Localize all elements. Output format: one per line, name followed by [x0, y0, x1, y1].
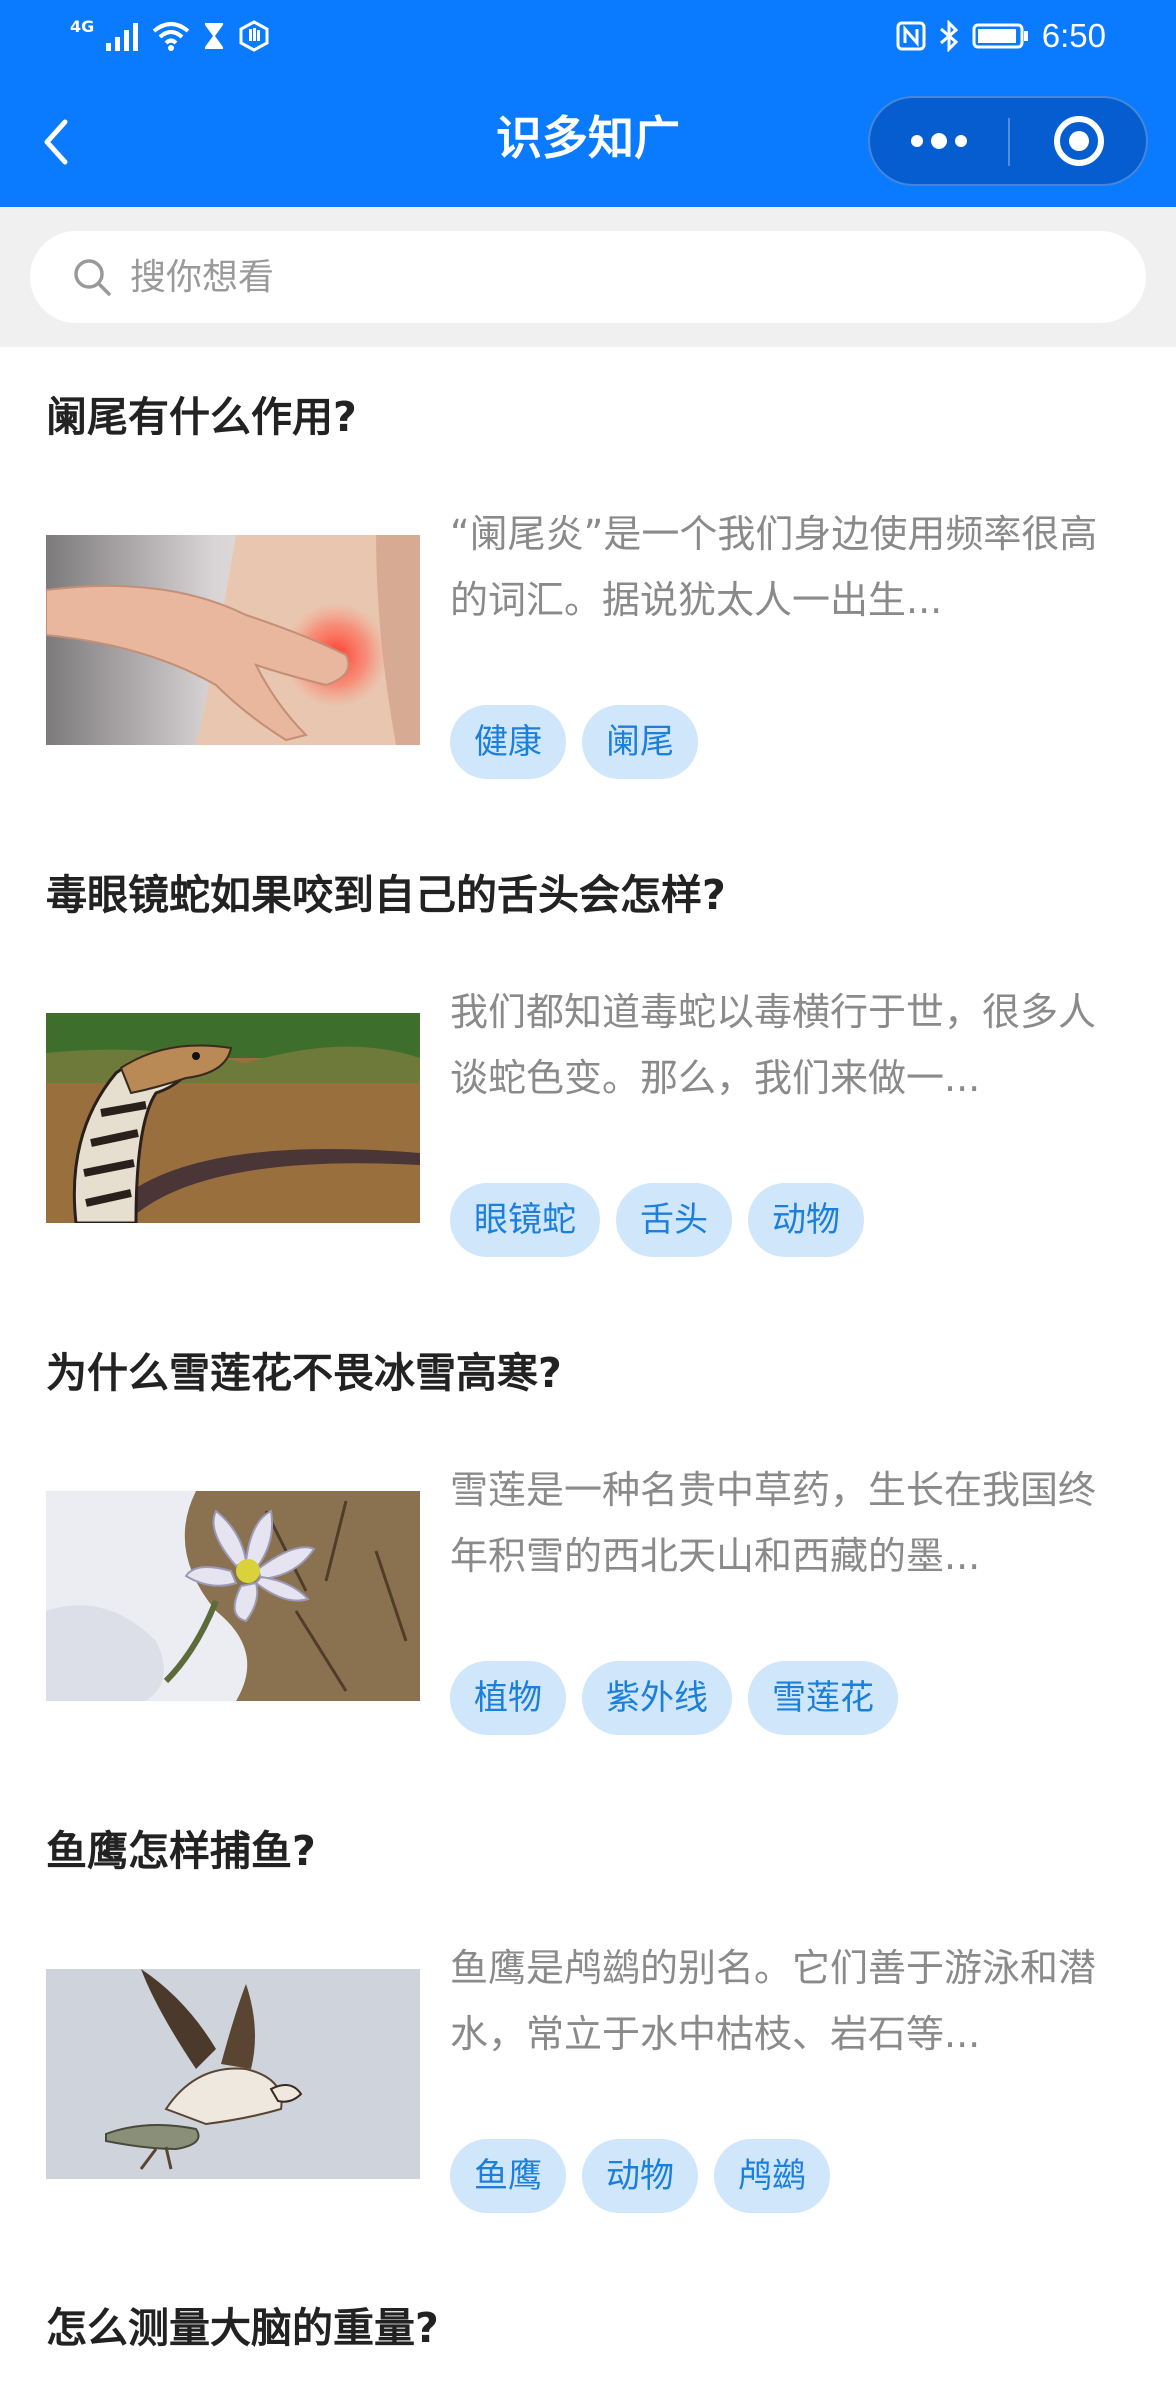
- hourglass-icon: [205, 23, 224, 49]
- more-button[interactable]: [870, 98, 1008, 184]
- hand-icon: [239, 20, 269, 52]
- more-dots-icon: [911, 133, 967, 149]
- tag-list: 鱼鹰 动物 鸬鹚: [450, 2139, 830, 2213]
- tag[interactable]: 健康: [450, 705, 566, 779]
- tag[interactable]: 眼镜蛇: [450, 1183, 600, 1257]
- article-thumbnail[interactable]: [46, 1969, 420, 2179]
- clock: 6:50: [1041, 17, 1106, 54]
- article-thumbnail[interactable]: [46, 535, 420, 745]
- signal-icon: [106, 23, 139, 51]
- status-right: 6:50: [896, 16, 1106, 56]
- article-thumbnail[interactable]: [46, 1013, 420, 1223]
- status-left: 4G: [70, 16, 270, 56]
- search-icon: [74, 259, 111, 296]
- nfc-icon: [896, 21, 926, 51]
- article-title[interactable]: 阑尾有什么作用?: [46, 389, 357, 445]
- tag[interactable]: 舌头: [616, 1183, 732, 1257]
- tag-list: 植物 紫外线 雪莲花: [450, 1661, 898, 1735]
- tag[interactable]: 植物: [450, 1661, 566, 1735]
- tag[interactable]: 动物: [582, 2139, 698, 2213]
- battery-icon: [972, 23, 1028, 49]
- article-title[interactable]: 鱼鹰怎样捕鱼?: [46, 1823, 316, 1879]
- tag[interactable]: 鱼鹰: [450, 2139, 566, 2213]
- search-box[interactable]: [30, 231, 1146, 323]
- bluetooth-icon: [939, 20, 958, 52]
- article-summary: 鱼鹰是鸬鹚的别名。它们善于游泳和潜水，常立于水中枯枝、岩石等...: [450, 1946, 1097, 2056]
- search-input[interactable]: [128, 255, 1032, 299]
- article-title[interactable]: 毒眼镜蛇如果咬到自己的舌头会怎样?: [46, 867, 726, 923]
- cobra-photo: [46, 1013, 420, 1223]
- article-summary: 我们都知道毒蛇以毒横行于世，很多人谈蛇色变。那么，我们来做一...: [450, 990, 1097, 1100]
- miniprogram-capsule: [868, 96, 1148, 186]
- article-summary: “阑尾炎”是一个我们身边使用频率很高的词汇。据说犹太人一出生...: [450, 512, 1098, 622]
- close-miniprogram-button[interactable]: [1010, 98, 1148, 184]
- wifi-icon: [152, 22, 190, 51]
- target-circle-icon: [1054, 116, 1104, 166]
- tag[interactable]: 雪莲花: [748, 1661, 898, 1735]
- tag[interactable]: 动物: [748, 1183, 864, 1257]
- tag-list: 眼镜蛇 舌头 动物: [450, 1183, 864, 1257]
- top-bar: 4G 6:50 识多知广: [0, 0, 1176, 207]
- article-item[interactable]: 为什么雪莲花不畏冰雪高寒? 雪莲是一种名贵中草药，生长在我国终年积雪的西北天山和…: [0, 1303, 1176, 1781]
- article-thumbnail[interactable]: [46, 1491, 420, 1701]
- article-title[interactable]: 怎么测量大脑的重量?: [46, 2300, 439, 2356]
- appendix-photo: [46, 535, 420, 745]
- network-label: 4G: [70, 16, 95, 36]
- status-bar: 4G 6:50: [0, 0, 1176, 72]
- osprey-photo: [46, 1969, 420, 2179]
- tag[interactable]: 阑尾: [582, 705, 698, 779]
- article-item[interactable]: 毒眼镜蛇如果咬到自己的舌头会怎样? 我们都知道毒蛇以毒横行于世，很多人谈蛇色变。…: [0, 825, 1176, 1303]
- tag[interactable]: 紫外线: [582, 1661, 732, 1735]
- article-summary: 雪莲是一种名贵中草药，生长在我国终年积雪的西北天山和西藏的墨...: [450, 1468, 1097, 1578]
- snow-lotus-photo: [46, 1491, 420, 1701]
- tag[interactable]: 鸬鹚: [714, 2139, 830, 2213]
- tag-list: 健康 阑尾: [450, 705, 698, 779]
- search-bar-area: [0, 207, 1176, 347]
- article-title[interactable]: 为什么雪莲花不畏冰雪高寒?: [46, 1345, 562, 1401]
- article-item[interactable]: 鱼鹰怎样捕鱼? 鱼鹰是鸬鹚的别名。它们善于游泳和潜水，常立于水中枯枝、岩石等..…: [0, 1781, 1176, 2259]
- article-item[interactable]: 阑尾有什么作用? “阑尾炎”是一个我们身边使用频率很高的词汇。据说犹太人一出生.…: [0, 347, 1176, 825]
